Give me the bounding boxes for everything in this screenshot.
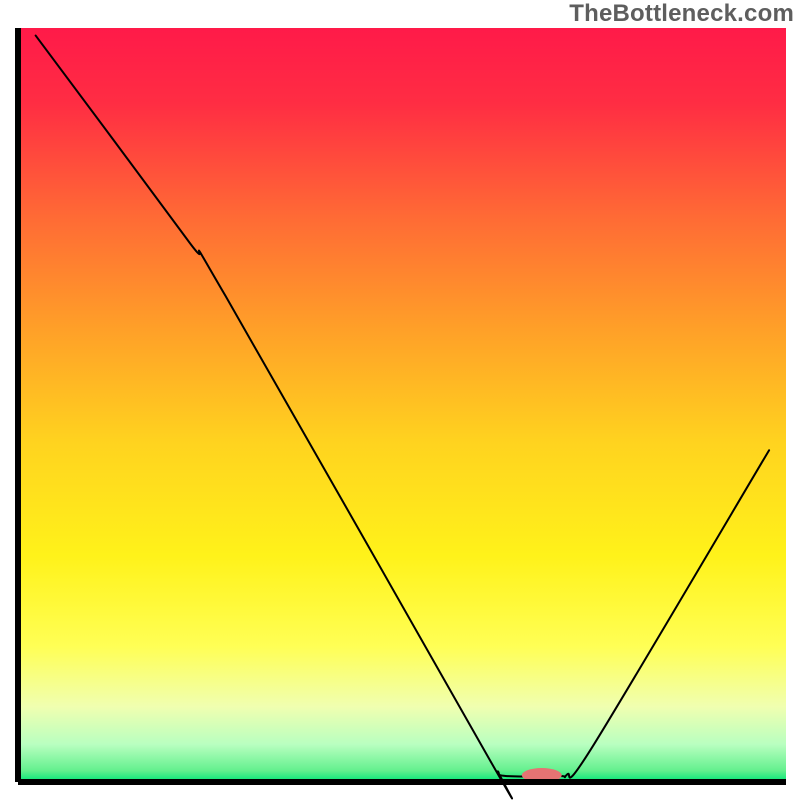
gradient-background <box>18 28 786 782</box>
chart-container: TheBottleneck.com <box>0 0 800 800</box>
watermark-label: TheBottleneck.com <box>569 0 794 28</box>
bottleneck-chart <box>0 0 800 800</box>
